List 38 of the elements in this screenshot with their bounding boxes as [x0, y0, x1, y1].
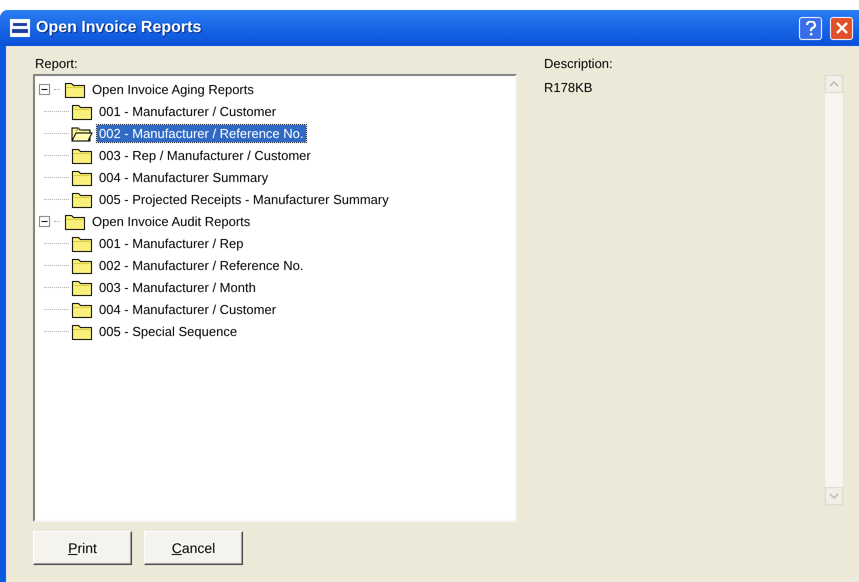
app-logo-icon: [10, 19, 30, 37]
folder-icon: [71, 190, 93, 208]
window-title: Open Invoice Reports: [36, 18, 202, 38]
collapse-icon[interactable]: [39, 216, 50, 226]
help-button[interactable]: [799, 16, 822, 40]
folder-icon: [71, 102, 93, 120]
folder-icon: [71, 168, 93, 186]
tree-item[interactable]: 001 - Manufacturer / Customer: [97, 102, 278, 120]
tree-item[interactable]: 005 - Special Sequence: [97, 322, 240, 340]
folder-icon: [71, 322, 93, 340]
dialog-button[interactable]: Print: [33, 531, 132, 565]
report-tree[interactable]: [33, 74, 517, 522]
folder-icon: [71, 300, 93, 318]
tree-item[interactable]: Open Invoice Audit Reports: [90, 212, 252, 230]
folder-icon: [71, 234, 93, 252]
folder-icon: [64, 80, 86, 98]
open-folder-icon: [71, 124, 93, 142]
tree-item[interactable]: 003 - Manufacturer / Month: [97, 278, 258, 296]
dialog-button[interactable]: Cancel: [144, 531, 243, 565]
collapse-icon[interactable]: [39, 84, 50, 94]
tree-item[interactable]: 003 - Rep / Manufacturer / Customer: [97, 146, 313, 164]
tree-item[interactable]: 005 - Projected Receipts - Manufacturer Summary: [97, 190, 391, 208]
tree-item[interactable]: 002 - Manufacturer / Reference No.: [97, 256, 306, 274]
close-icon: [836, 22, 848, 34]
folder-icon: [71, 146, 93, 164]
help-icon: [806, 20, 816, 36]
tree-item[interactable]: Open Invoice Aging Reports: [90, 80, 256, 98]
tree-item[interactable]: 004 - Manufacturer Summary: [97, 168, 270, 186]
description-label: Description:: [544, 55, 613, 72]
folder-icon: [64, 212, 86, 230]
tree-item[interactable]: 004 - Manufacturer / Customer: [97, 300, 278, 318]
tree-item[interactable]: 001 - Manufacturer / Rep: [97, 234, 246, 252]
description-text: R178KB: [544, 79, 592, 97]
folder-icon: [71, 278, 93, 296]
close-button[interactable]: [830, 16, 853, 40]
tree-item[interactable]: 002 - Manufacturer / Reference No.: [97, 124, 306, 142]
report-label: Report:: [35, 55, 78, 72]
folder-icon: [71, 256, 93, 274]
